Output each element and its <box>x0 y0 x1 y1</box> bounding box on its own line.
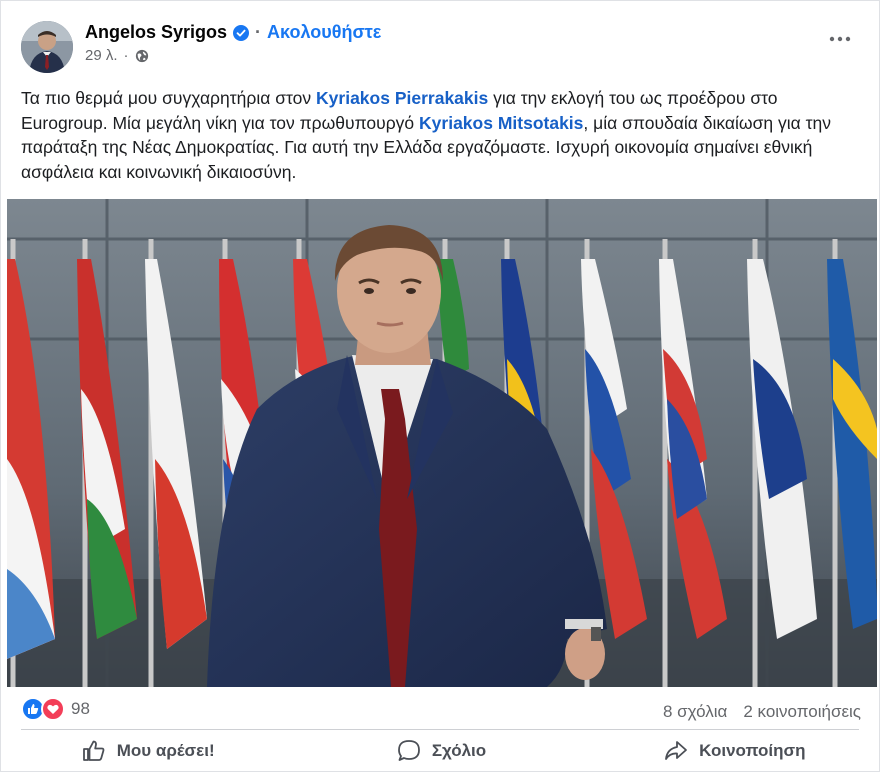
post-actions: Μου αρέσει! Σχόλιο Κοινοποίηση <box>1 731 880 771</box>
like-button-label: Μου αρέσει! <box>116 741 215 760</box>
reaction-count[interactable]: 98 <box>71 699 90 719</box>
shares-count[interactable]: 2 κοινοποιήσεις <box>743 702 861 722</box>
post-text: Τα πιο θερμά μου συγχαρητήρια στον Kyria… <box>21 86 866 184</box>
meta-separator: · <box>123 47 129 64</box>
post-stats: 8 σχόλια 2 κοινοποιήσεις <box>663 702 861 722</box>
more-options-icon[interactable] <box>827 29 853 49</box>
comment-button[interactable]: Σχόλιο <box>294 731 587 771</box>
like-button[interactable]: Μου αρέσει! <box>1 731 294 771</box>
author-row: Angelos Syrigos · Ακολουθήστε <box>85 22 381 43</box>
post-photo[interactable] <box>7 199 877 687</box>
comments-count[interactable]: 8 σχόλια <box>663 702 727 722</box>
author-name[interactable]: Angelos Syrigos <box>85 22 227 43</box>
reactions-summary[interactable]: 98 <box>21 697 90 721</box>
post-header: Angelos Syrigos · Ακολουθήστε 29 λ. · <box>1 1 880 73</box>
comment-icon <box>397 740 420 761</box>
share-icon <box>665 741 688 760</box>
share-button-label: Κοινοποίηση <box>699 741 806 760</box>
thumbs-up-icon <box>82 740 105 761</box>
mention-link[interactable]: Kyriakos Pierrakakis <box>316 88 488 108</box>
verified-badge-icon <box>233 24 250 41</box>
header-separator: · <box>255 22 262 42</box>
globe-icon[interactable] <box>135 49 149 63</box>
actions-divider <box>21 729 859 730</box>
mention-link[interactable]: Kyriakos Mitsotakis <box>419 113 583 133</box>
reaction-icons <box>21 697 65 721</box>
share-button[interactable]: Κοινοποίηση <box>588 731 880 771</box>
facebook-post: Angelos Syrigos · Ακολουθήστε 29 λ. · Τα… <box>0 0 880 772</box>
post-text-segment: Τα πιο θερμά μου συγχαρητήρια στον <box>21 88 317 108</box>
post-time[interactable]: 29 λ. <box>85 47 118 64</box>
author-avatar[interactable] <box>21 21 73 73</box>
love-icon <box>41 697 65 721</box>
post-meta: 29 λ. · <box>85 47 149 64</box>
comment-button-label: Σχόλιο <box>431 741 487 760</box>
follow-button[interactable]: Ακολουθήστε <box>267 22 381 43</box>
